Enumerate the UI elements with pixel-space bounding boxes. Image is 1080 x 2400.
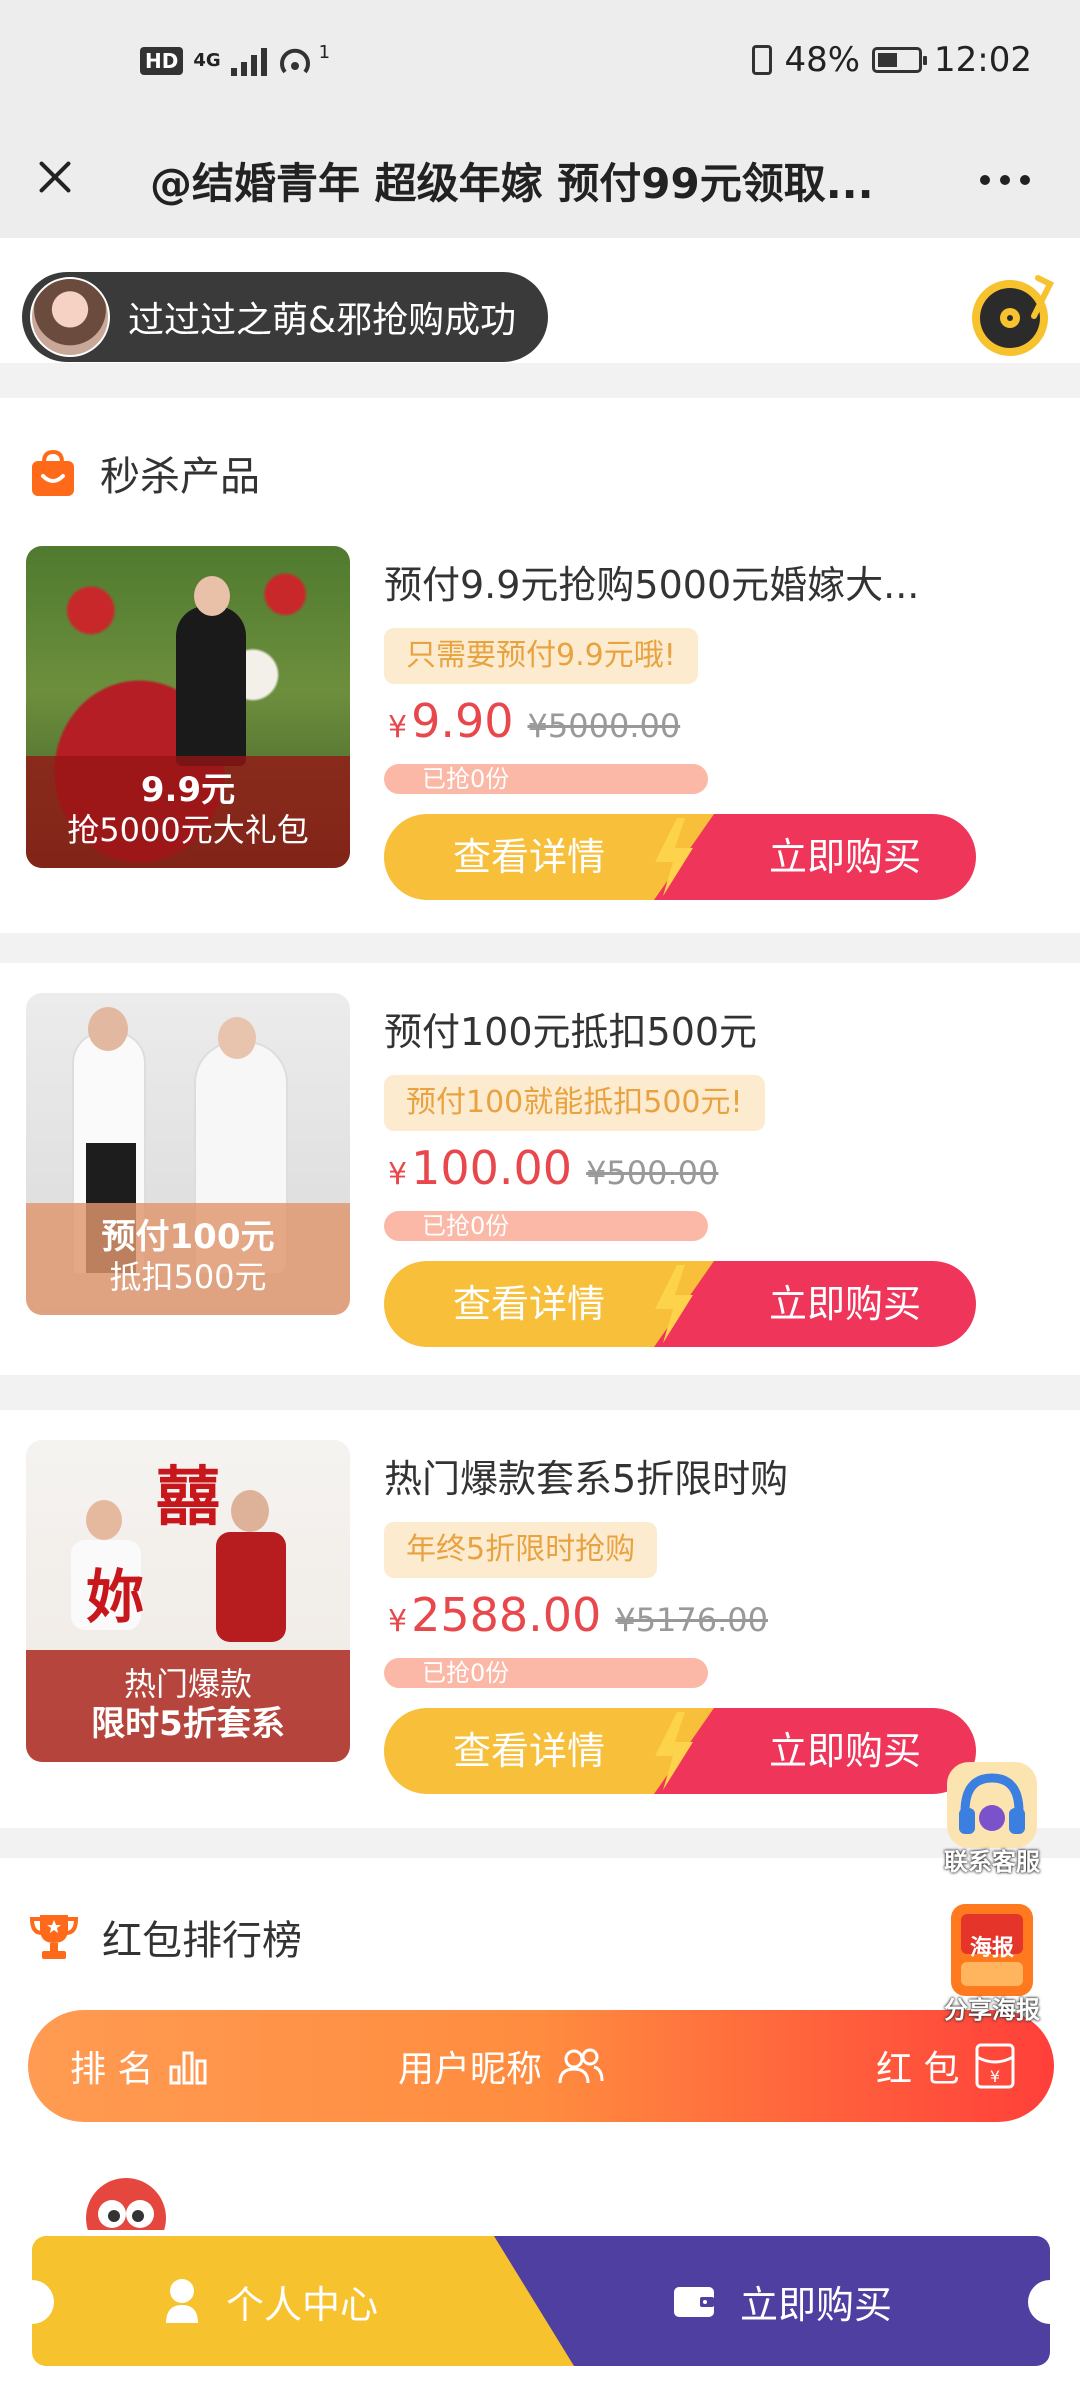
purchase-notice: 过过过之萌&邪抢购成功: [22, 272, 548, 362]
battery-icon: [872, 47, 928, 73]
flash-sale-card: 秒杀产品 9.9元 抢5000元大礼包 预付9.9元抢购5000元婚嫁大... …: [0, 398, 1080, 933]
sale-price: ¥9.90: [388, 694, 514, 748]
ticket-notch-right: [1028, 2280, 1072, 2324]
ticket-notch-left: [10, 2280, 54, 2324]
share-poster-label: 分享海报: [944, 1996, 1040, 2024]
sold-progress: 已抢0份: [384, 764, 708, 794]
sale-price: ¥100.00: [388, 1141, 573, 1195]
hd-badge: HD: [140, 47, 184, 75]
user-icon: [166, 2279, 198, 2323]
packet-column: 红 包 ¥: [876, 2010, 1017, 2122]
vibrate-icon: [752, 45, 773, 75]
shopping-bag-icon: [32, 449, 74, 496]
sold-progress: 已抢0份: [384, 1658, 708, 1688]
caption-line-1: 热门爆款: [123, 1665, 252, 1703]
more-menu-icon[interactable]: [980, 160, 1040, 200]
image-caption: 预付100元 抵扣500元: [26, 1203, 350, 1315]
status-bar: HD 4G 1 48% 12:02: [0, 0, 1080, 130]
red-packet-icon: ¥: [975, 2043, 1015, 2089]
sold-progress: 已抢0份: [384, 1211, 708, 1241]
product-card-container: 囍 妳 热门爆款 限时5折套系 热门爆款套系5折限时购 年终5折限时抢购 ¥25…: [0, 1410, 1080, 1828]
caption-line-1: 预付100元: [101, 1217, 275, 1257]
product-card[interactable]: 预付100元 抵扣500元 预付100元抵扣500元 预付100就能抵扣500元…: [0, 993, 1080, 1347]
caption-line-2: 限时5折套系: [91, 1704, 285, 1744]
notice-text: 过过过之萌&邪抢购成功: [128, 300, 517, 341]
section-title: 秒杀产品: [100, 454, 260, 500]
promo-tag: 年终5折限时抢购: [384, 1522, 658, 1578]
promo-tag: 只需要预付9.9元哦!: [384, 628, 698, 684]
action-buttons: 查看详情 立即购买: [384, 1261, 976, 1347]
ranking-table-header: 排 名 用户昵称 红 包 ¥: [28, 2010, 1054, 2122]
signal-icon: [230, 46, 267, 76]
share-poster-button[interactable]: 海报 分享海报: [930, 1900, 1054, 2025]
product-title[interactable]: 热门爆款套系5折限时购: [384, 1448, 964, 1503]
bottom-nav: 个人中心 立即购买: [10, 2236, 1072, 2366]
hotspot-count: 1: [318, 41, 331, 63]
bar-chart-icon: [169, 2051, 207, 2085]
caption-line-2: 抵扣500元: [109, 1258, 267, 1296]
product-card-container: 预付100元 抵扣500元 预付100元抵扣500元 预付100就能抵扣500元…: [0, 963, 1080, 1375]
image-caption: 热门爆款 限时5折套系: [26, 1650, 350, 1762]
ranking-header: 红包排行榜: [28, 1908, 302, 1966]
product-image[interactable]: 预付100元 抵扣500元: [26, 993, 350, 1315]
customer-service-button[interactable]: 联系客服: [930, 1752, 1054, 1877]
action-buttons: 查看详情 立即购买: [384, 1708, 976, 1794]
rank-label: 排 名: [70, 2049, 154, 2090]
clock: 12:02: [934, 40, 1032, 80]
original-price: ¥5176.00: [615, 1601, 769, 1639]
avatar: [30, 277, 110, 357]
notice-area: 过过过之萌&邪抢购成功: [0, 238, 1080, 363]
product-image[interactable]: 9.9元 抢5000元大礼包: [26, 546, 350, 868]
page-title: @结婚青年 超级年嫁 预付99元领取...: [150, 159, 874, 208]
original-price: ¥5000.00: [527, 707, 681, 745]
user-column: 用户昵称: [398, 2010, 606, 2122]
close-icon[interactable]: [30, 152, 80, 202]
product-card[interactable]: 囍 妳 热门爆款 限时5折套系 热门爆款套系5折限时购 年终5折限时抢购 ¥25…: [0, 1440, 1080, 1794]
svg-text:¥: ¥: [990, 2067, 1000, 2086]
price-row: ¥9.90 ¥5000.00: [388, 694, 680, 748]
network-type: 4G: [193, 50, 221, 71]
image-caption: 9.9元 抢5000元大礼包: [26, 756, 350, 868]
price-row: ¥2588.00 ¥5176.00: [388, 1588, 768, 1642]
caption-line-1: 9.9元: [140, 770, 236, 810]
personal-center-label-group[interactable]: 个人中心: [162, 2236, 378, 2366]
lightning-icon: [655, 1265, 693, 1343]
promo-tag: 预付100就能抵扣500元!: [384, 1075, 765, 1131]
action-buttons: 查看详情 立即购买: [384, 814, 976, 900]
headset-icon: [947, 1762, 1037, 1848]
packet-label: 红 包: [876, 2049, 960, 2090]
poster-badge-text: 海报: [969, 1936, 1014, 1961]
lightning-icon: [655, 818, 693, 896]
rank-column: 排 名: [70, 2010, 209, 2122]
flash-sale-header: 秒杀产品: [28, 444, 260, 502]
buy-now-label-group[interactable]: 立即购买: [672, 2236, 892, 2366]
lightning-icon: [655, 1712, 693, 1790]
original-price: ¥500.00: [586, 1154, 719, 1192]
customer-service-label: 联系客服: [944, 1848, 1040, 1876]
hotspot-icon: [279, 48, 310, 74]
user-label: 用户昵称: [398, 2049, 543, 2090]
caption-line-2: 抢5000元大礼包: [67, 811, 309, 849]
status-left: HD 4G 1: [140, 41, 331, 78]
product-title[interactable]: 预付9.9元抢购5000元婚嫁大...: [384, 554, 964, 609]
product-image[interactable]: 囍 妳 热门爆款 限时5折套系: [26, 1440, 350, 1762]
music-record-icon[interactable]: [968, 270, 1058, 360]
wallet-icon: [674, 2287, 714, 2317]
price-row: ¥100.00 ¥500.00: [388, 1141, 718, 1195]
trophy-icon: [29, 1915, 79, 1959]
section-title: 红包排行榜: [102, 1918, 302, 1964]
status-right: 48% 12:02: [752, 40, 1032, 80]
sale-price: ¥2588.00: [388, 1588, 602, 1642]
personal-center-label: 个人中心: [226, 2282, 379, 2327]
title-bar: @结婚青年 超级年嫁 预付99元领取...: [0, 130, 1080, 238]
product-title[interactable]: 预付100元抵扣500元: [384, 1001, 964, 1056]
battery-percent: 48%: [784, 40, 861, 80]
users-icon: [558, 2048, 604, 2084]
product-card[interactable]: 9.9元 抢5000元大礼包 预付9.9元抢购5000元婚嫁大... 只需要预付…: [0, 546, 1080, 900]
buy-now-label: 立即购买: [740, 2282, 893, 2327]
ranking-avatar: [76, 2170, 176, 2230]
